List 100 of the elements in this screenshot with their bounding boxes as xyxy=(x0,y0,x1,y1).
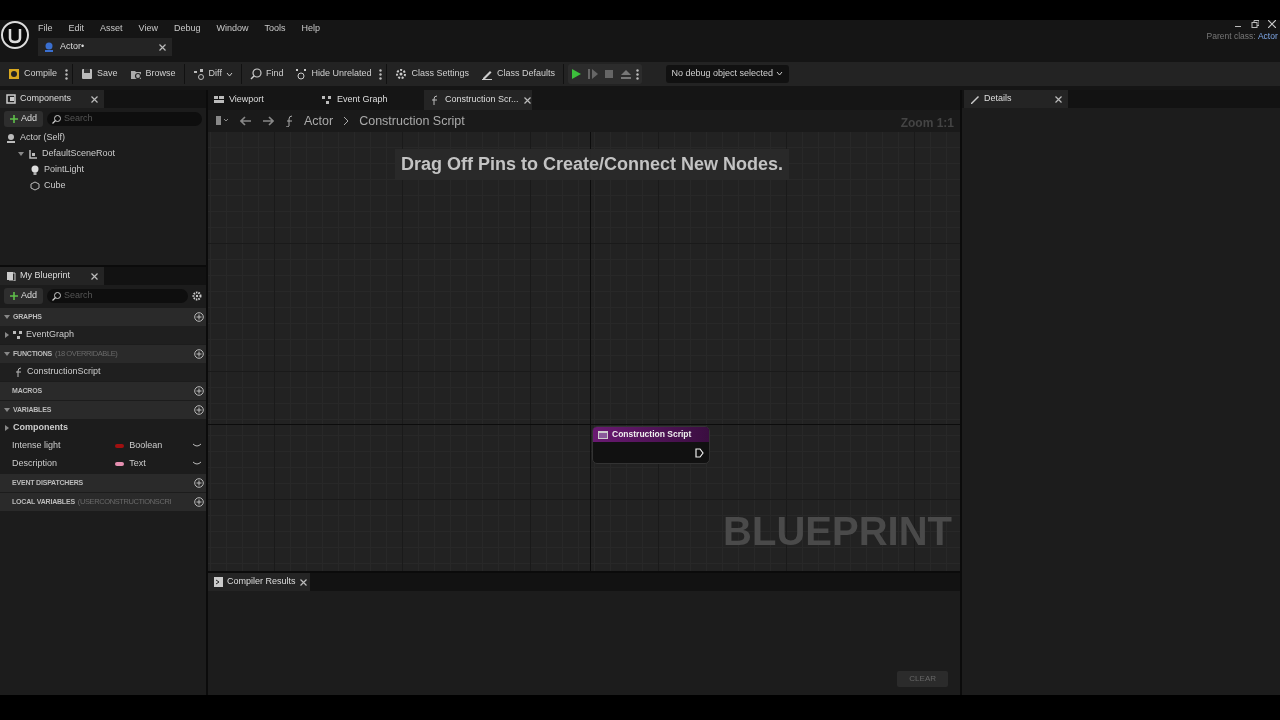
collapse-arrow-icon[interactable] xyxy=(4,407,10,413)
close-icon[interactable] xyxy=(299,578,307,586)
add-button[interactable]: Add xyxy=(4,111,43,127)
menu-item[interactable]: View xyxy=(130,22,166,36)
parent-class-link[interactable]: Actor xyxy=(1257,30,1278,43)
close-icon[interactable] xyxy=(91,95,98,103)
toolbar-button[interactable]: Diff xyxy=(188,64,237,84)
hint-text: Drag Off Pins to Create/Connect New Nodes. xyxy=(395,149,790,180)
menu-item[interactable]: File xyxy=(30,22,61,36)
toolbar-button[interactable]: Class Settings xyxy=(391,64,473,84)
debug-object-dropdown[interactable]: No debug object selected xyxy=(665,65,789,83)
step-icon[interactable] xyxy=(586,68,599,80)
node-title: Construction Script xyxy=(612,428,692,441)
more-icon[interactable] xyxy=(379,68,383,80)
toolbar-button[interactable]: Class Defaults xyxy=(477,64,559,84)
close-icon[interactable] xyxy=(159,43,166,51)
tree-item[interactable]: DefaultSceneRoot xyxy=(0,146,206,162)
add-circle-icon[interactable] xyxy=(194,349,204,359)
tree-item[interactable]: PointLight xyxy=(0,162,206,178)
back-icon[interactable] xyxy=(240,116,252,126)
menu-item[interactable]: Help xyxy=(293,22,328,36)
list-item[interactable]: Description Text xyxy=(0,455,206,473)
editor-tab[interactable]: Event Graph xyxy=(316,90,424,110)
menu-item[interactable]: Debug xyxy=(165,22,209,36)
caret-icon xyxy=(225,71,233,77)
more-icon[interactable] xyxy=(65,68,68,80)
log-icon xyxy=(214,577,223,587)
settings-icon[interactable] xyxy=(192,291,202,301)
editor-tab[interactable]: Viewport xyxy=(208,90,316,110)
menu-item[interactable]: Edit xyxy=(60,22,93,36)
graph-node[interactable]: Construction Script xyxy=(592,426,710,464)
toolbar-button[interactable]: Hide Unrelated xyxy=(291,64,376,84)
panel-tab[interactable]: Components xyxy=(0,90,104,108)
close-icon[interactable] xyxy=(1267,20,1276,28)
restore-icon[interactable] xyxy=(1250,20,1259,28)
pencil-icon xyxy=(970,94,980,104)
toolbar-button[interactable]: Find xyxy=(245,64,288,84)
function-icon xyxy=(430,95,440,105)
breadcrumb-item[interactable]: Construction Script xyxy=(359,111,465,131)
add-circle-icon[interactable] xyxy=(194,478,204,488)
search-icon xyxy=(52,114,61,124)
forward-icon[interactable] xyxy=(262,116,274,126)
plus-icon xyxy=(10,292,18,300)
search-icon xyxy=(249,68,262,80)
folder-search-icon xyxy=(129,68,142,80)
tree-item[interactable]: Cube xyxy=(0,178,206,194)
actor-icon xyxy=(6,133,16,143)
scene-root-icon xyxy=(28,149,38,159)
menu-item[interactable]: Tools xyxy=(256,22,294,36)
close-icon[interactable] xyxy=(523,96,531,104)
menu-item[interactable]: Asset xyxy=(92,22,131,36)
bookmark-icon[interactable] xyxy=(216,116,230,126)
document-tab[interactable]: Actor• xyxy=(38,38,172,56)
add-circle-icon[interactable] xyxy=(194,386,204,396)
graph-icon xyxy=(322,95,332,105)
editor-tab[interactable]: Construction Scr... xyxy=(424,90,532,110)
add-circle-icon[interactable] xyxy=(194,497,204,507)
collapse-arrow-icon[interactable] xyxy=(4,314,10,320)
toolbar-button[interactable]: Browse xyxy=(125,64,180,84)
tree-item[interactable]: Actor (Self) xyxy=(0,130,206,146)
search-field[interactable]: Search xyxy=(47,289,188,303)
add-circle-icon[interactable] xyxy=(194,312,204,322)
light-bulb-icon xyxy=(30,165,40,175)
component-icon xyxy=(6,94,16,104)
add-button[interactable]: Add xyxy=(4,288,43,304)
eye-closed-icon[interactable] xyxy=(192,461,202,467)
panel-tab[interactable]: My Blueprint xyxy=(0,267,104,285)
gear-icon xyxy=(395,68,408,80)
search-input[interactable]: Search xyxy=(64,289,183,303)
plus-icon xyxy=(10,115,18,123)
collapse-arrow-icon[interactable] xyxy=(4,351,10,357)
book-icon xyxy=(6,271,16,281)
toolbar-button[interactable]: Save xyxy=(77,64,122,84)
exec-pin-icon[interactable] xyxy=(695,448,704,458)
pencil-icon xyxy=(481,68,493,80)
panel-tab[interactable]: Compiler Results xyxy=(208,573,310,591)
add-circle-icon[interactable] xyxy=(194,405,204,415)
stop-icon[interactable] xyxy=(603,68,616,80)
menu-item[interactable]: Window xyxy=(208,22,257,36)
parent-class-label: Parent class: xyxy=(1206,30,1256,43)
function-icon xyxy=(14,367,24,377)
viewport-icon xyxy=(214,95,224,105)
close-icon[interactable] xyxy=(91,272,98,280)
graph-icon xyxy=(13,330,23,340)
eject-icon[interactable] xyxy=(619,68,632,80)
eye-closed-icon[interactable] xyxy=(192,443,202,449)
caret-icon xyxy=(775,71,783,77)
list-item[interactable]: Components xyxy=(0,419,206,437)
play-icon[interactable] xyxy=(570,68,583,80)
compile-icon xyxy=(8,68,20,80)
close-icon[interactable] xyxy=(1055,95,1062,103)
breadcrumb-item[interactable]: Actor xyxy=(304,111,334,131)
save-icon xyxy=(81,68,93,80)
search-icon xyxy=(52,291,61,301)
panel-tab[interactable]: Details xyxy=(964,90,1068,108)
more-icon[interactable] xyxy=(636,68,640,80)
actor-icon xyxy=(44,42,54,52)
list-item[interactable]: Intense light Boolean xyxy=(0,437,206,455)
chevron-icon xyxy=(343,116,350,126)
toolbar-button[interactable]: Compile xyxy=(4,64,61,84)
